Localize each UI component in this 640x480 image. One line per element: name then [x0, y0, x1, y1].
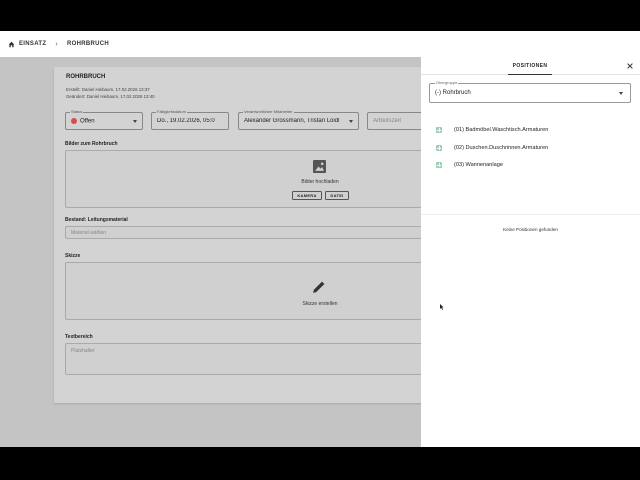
- plus-icon[interactable]: [436, 162, 442, 168]
- sketch-area[interactable]: Skizze erstellen: [65, 262, 434, 320]
- status-select[interactable]: Status Offen: [65, 109, 143, 130]
- camera-button[interactable]: KAMERA: [292, 191, 322, 200]
- text-area[interactable]: Platzhalter: [65, 343, 434, 375]
- file-button[interactable]: DATEI: [325, 191, 349, 200]
- responsible-label: Verantwortlicher Mitarbeiter: [243, 109, 294, 114]
- app-window: EINSATZ › ROHRBRUCH ROHRBRUCH Erstellt: …: [0, 31, 640, 447]
- pencil-icon: [313, 281, 325, 293]
- due-date-field[interactable]: Fälligkeitsdatum Do., 19.02.2026, 05:0: [151, 109, 229, 130]
- position-item[interactable]: (01) Badmöbel.Waschtisch.Armaturen: [436, 125, 548, 135]
- panel-header: POSITIONEN: [421, 57, 640, 75]
- material-heading: Bestand: Leitungsmaterial: [65, 217, 128, 223]
- status-dot-icon: [71, 118, 77, 124]
- chevron-down-icon: [133, 120, 137, 123]
- breadcrumb: EINSATZ › ROHRBRUCH: [0, 31, 640, 57]
- position-item[interactable]: (03) Wannenanlage: [436, 160, 503, 170]
- chevron-right-icon: ›: [55, 40, 58, 48]
- image-upload-area[interactable]: Bilder hochladen KAMERA DATEI: [65, 150, 434, 208]
- material-placeholder: Material wählen: [71, 230, 107, 236]
- order-card: ROHRBRUCH Erstellt: Daniel Hiebaum, 17.0…: [54, 67, 434, 403]
- worktime-placeholder: Arbeitszeit: [373, 118, 402, 124]
- positions-panel: POSITIONEN Obergruppe (-) Rohrbruch (01)…: [421, 57, 640, 447]
- responsible-select[interactable]: Verantwortlicher Mitarbeiter Alexander G…: [238, 109, 359, 130]
- text-placeholder: Platzhalter: [71, 348, 95, 354]
- breadcrumb-rohrbruch: ROHRBRUCH: [66, 41, 109, 47]
- chevron-down-icon: [619, 92, 623, 95]
- due-date-label: Fälligkeitsdatum: [156, 109, 187, 114]
- due-date-value: Do., 19.02.2026, 05:0: [157, 118, 215, 124]
- position-label: (01) Badmöbel.Waschtisch.Armaturen: [454, 127, 549, 133]
- text-heading: Textbereich: [65, 334, 93, 340]
- divider: [421, 214, 640, 215]
- group-value: (-) Rohrbruch: [435, 90, 471, 96]
- tab-positionen[interactable]: POSITIONEN: [508, 57, 552, 75]
- sketch-heading: Skizze: [65, 253, 81, 259]
- home-icon[interactable]: [8, 41, 15, 48]
- material-select[interactable]: Material wählen: [65, 226, 434, 239]
- status-label: Status: [70, 109, 84, 114]
- position-label: (03) Wannenanlage: [454, 162, 503, 168]
- mouse-cursor-icon: [440, 304, 444, 310]
- images-heading: Bilder zum Rohrbruch: [65, 141, 118, 147]
- responsible-value: Alexander Grossmann, Tristan Loidl: [244, 118, 340, 124]
- position-label: (02) Duschen.Duschrinnen.Armaturen: [454, 145, 549, 151]
- breadcrumb-einsatz[interactable]: EINSATZ: [19, 41, 46, 47]
- image-icon: [313, 160, 326, 173]
- page-title: ROHRBRUCH: [66, 74, 106, 80]
- chevron-down-icon: [349, 120, 353, 123]
- plus-icon[interactable]: [436, 145, 442, 151]
- status-value: Offen: [80, 118, 95, 125]
- close-icon[interactable]: [626, 62, 634, 70]
- created-info: Erstellt: Daniel Hiebaum, 17.02.2026 13:…: [66, 87, 150, 92]
- changed-info: Geändert: Daniel Hiebaum, 17.02.2026 13:…: [66, 94, 155, 99]
- upload-label: Bilder hochladen: [301, 179, 339, 185]
- sketch-action-label: Skizze erstellen: [302, 301, 338, 307]
- position-item[interactable]: (02) Duschen.Duschrinnen.Armaturen: [436, 143, 548, 153]
- plus-icon[interactable]: [436, 127, 442, 133]
- group-select[interactable]: Obergruppe (-) Rohrbruch: [429, 80, 631, 103]
- empty-state: Keine Positionen gefunden: [503, 227, 558, 232]
- group-label: Obergruppe: [435, 80, 459, 85]
